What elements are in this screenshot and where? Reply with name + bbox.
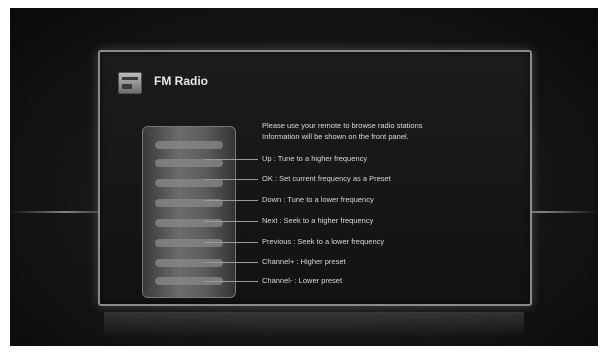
intro-text: Please use your remote to browse radio s… (262, 120, 512, 142)
remote-button (155, 239, 223, 247)
leader-line (204, 200, 258, 201)
leader-line (204, 221, 258, 222)
instruction-up: Up : Tune to a higher frequency (262, 154, 368, 163)
remote-button (155, 141, 223, 149)
instruction-down: Down : Tune to a lower frequency (262, 195, 374, 204)
instruction-next: Next : Seek to a higher frequency (262, 216, 374, 225)
fm-radio-panel: FM Radio Please use your remote to brows… (98, 50, 532, 306)
remote-button (155, 259, 223, 267)
panel-reflection (104, 312, 524, 338)
remote-button (155, 179, 223, 187)
leader-line (204, 179, 258, 180)
instruction-channel-up: Channel+ : Higher preset (262, 257, 346, 266)
instruction-previous: Previous : Seek to a lower frequency (262, 237, 385, 246)
instruction-channel-down: Channel- : Lower preset (262, 276, 343, 285)
leader-line (204, 262, 258, 263)
leader-line (204, 242, 258, 243)
instruction-ok: OK : Set current frequency as a Preset (262, 174, 391, 183)
intro-line: Information will be shown on the front p… (262, 132, 409, 141)
remote-button (155, 159, 223, 167)
leader-line (204, 281, 258, 282)
intro-line: Please use your remote to browse radio s… (262, 121, 423, 130)
leader-line (204, 159, 258, 160)
page-title: FM Radio (154, 74, 208, 88)
radio-icon (118, 72, 142, 94)
remote-control-illustration (142, 126, 236, 298)
tv-screen: FM Radio Please use your remote to brows… (10, 8, 598, 346)
